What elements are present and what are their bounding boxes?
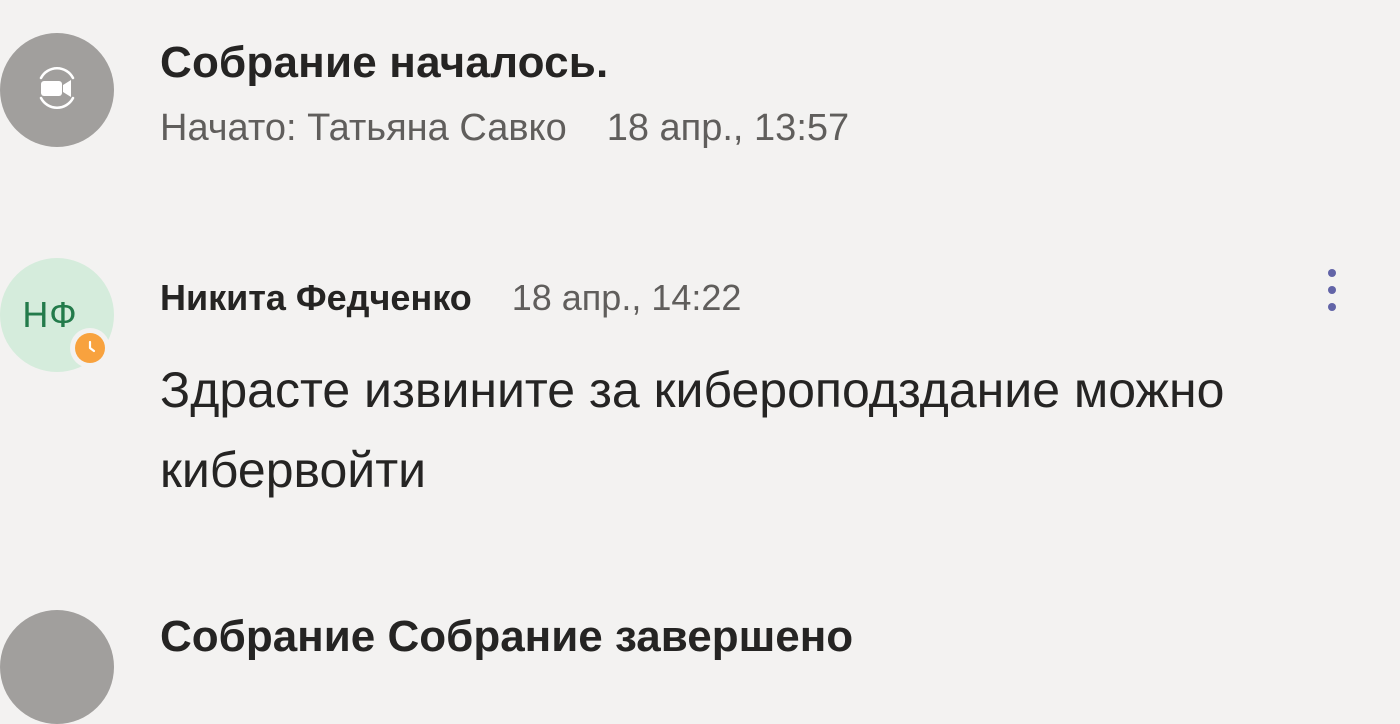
meeting-started-by: Начато: Татьяна Савко (160, 107, 567, 149)
meeting-event-avatar (0, 610, 114, 724)
meeting-ended-event[interactable]: Собрание Собрание завершено (0, 560, 1400, 724)
meeting-event-avatar (0, 33, 114, 147)
video-camera-icon (27, 58, 87, 123)
more-options-icon[interactable] (1310, 255, 1354, 325)
message-text: Здрасте извините за кибероподздание можн… (160, 362, 1225, 498)
meeting-started-subtitle: Начато: Татьяна Савко 18 апр., 13:57 (160, 107, 849, 150)
avatar-initials: НФ (22, 294, 78, 335)
meeting-started-title: Собрание началось. (160, 38, 609, 87)
chat-message[interactable]: НФ Никита Федченко 18 апр., 14:22 Здрасте… (0, 255, 1400, 515)
meeting-started-event[interactable]: Собрание началось. Начато: Татьяна Савко… (0, 0, 1400, 190)
more-options-dot (1328, 269, 1336, 277)
chat-feed: Собрание началось. Начато: Татьяна Савко… (0, 0, 1400, 724)
more-options-dot (1328, 303, 1336, 311)
presence-status-badge (70, 328, 110, 368)
meeting-ended-title: Собрание Собрание завершено (160, 612, 854, 661)
clock-icon (75, 333, 105, 363)
more-options-dot (1328, 286, 1336, 294)
meeting-started-time: 18 апр., 13:57 (606, 107, 850, 149)
message-header: Никита Федченко 18 апр., 14:22 (160, 277, 741, 319)
message-timestamp: 18 апр., 14:22 (511, 277, 742, 318)
message-author[interactable]: Никита Федченко (160, 277, 472, 318)
